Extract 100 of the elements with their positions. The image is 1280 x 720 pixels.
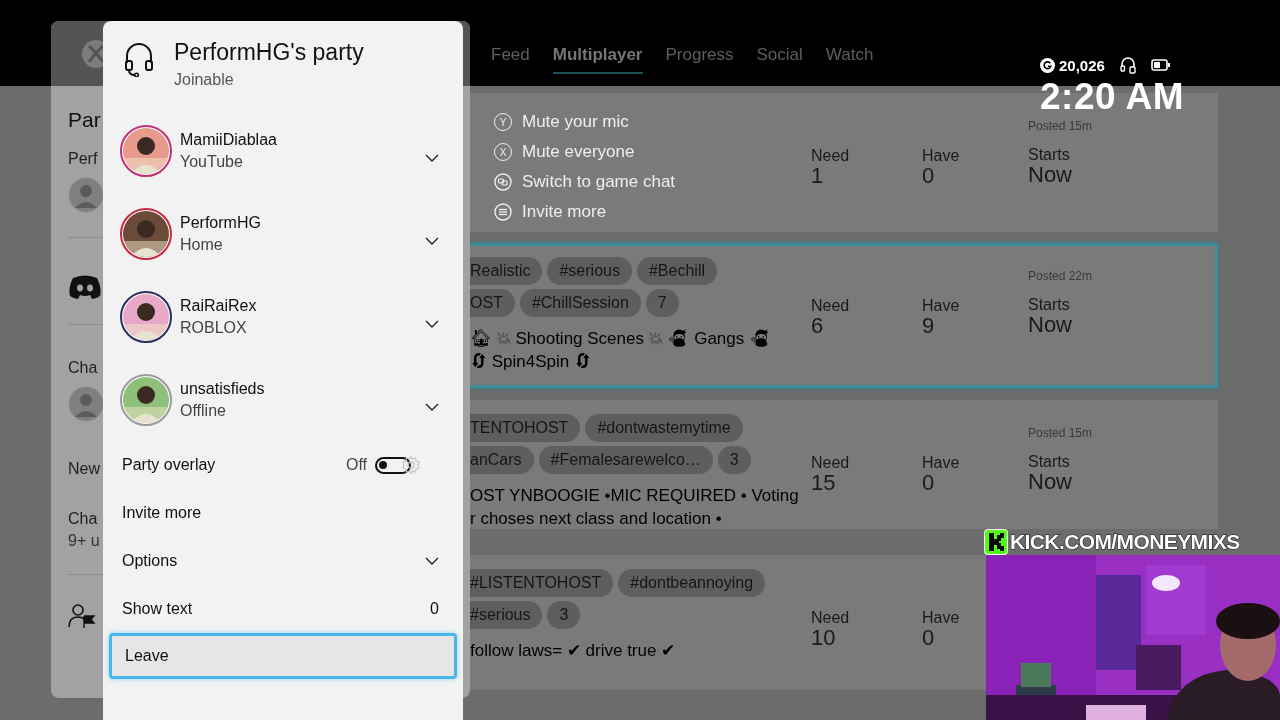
tag-chip: #serious xyxy=(547,257,632,285)
party-status: Joinable xyxy=(174,71,235,89)
battery-icon xyxy=(1150,59,1171,71)
headset-icon xyxy=(124,43,154,77)
member-name: MamiiDiablaa xyxy=(180,130,278,149)
tag-chip: Realistic xyxy=(470,257,543,285)
stat-label: Need xyxy=(811,147,851,165)
menu-item[interactable]: Leave xyxy=(109,633,457,679)
hint-label: Mute everyone xyxy=(522,142,635,162)
stat-label: Need xyxy=(811,297,851,315)
tag-chip: #Bechill xyxy=(636,257,717,285)
stat-label: Have xyxy=(922,147,961,165)
menu-item-label: Options xyxy=(122,552,179,570)
stat-value: 0 xyxy=(922,165,936,187)
stat-value: 15 xyxy=(811,472,837,494)
member-name: PerformHG xyxy=(180,213,262,232)
member-name: RaiRaiRex xyxy=(180,296,258,315)
toggle-switch[interactable] xyxy=(375,456,411,474)
item-count: 0 xyxy=(430,600,439,618)
stat-value: 0 xyxy=(922,472,936,494)
view-button-icon xyxy=(494,173,512,191)
stat-label: Have xyxy=(922,454,961,472)
member-status: Offline xyxy=(180,401,227,420)
settings-icon xyxy=(401,455,421,475)
member-status: Home xyxy=(180,235,224,254)
member-status: YouTube xyxy=(180,152,244,171)
post-card[interactable]: #LISTENTOHOST #dontbeannoying #serious 3 follow laws= ✔ drive true ✔ Need 10 Have 0 xyxy=(470,555,986,690)
stat-value: 6 xyxy=(811,315,825,337)
member-row[interactable]: MamiiDiablaa YouTube xyxy=(103,109,463,192)
menu-item[interactable]: Options xyxy=(103,537,463,585)
hint-label: Mute your mic xyxy=(522,112,629,132)
menu-item-label: Party overlay xyxy=(122,456,217,474)
avatar-icon xyxy=(68,386,104,422)
tag-chip: 3 xyxy=(547,601,581,629)
member-status: ROBLOX xyxy=(180,318,248,337)
member-row[interactable]: unsatisfieds Offline xyxy=(103,358,463,441)
stat-value: 0 xyxy=(922,627,936,649)
stat-label: Have xyxy=(922,609,961,627)
tag-chip: anCars xyxy=(470,446,534,474)
menu-item-label: Invite more xyxy=(122,504,203,522)
tag-chip: #dontwastemytime xyxy=(585,414,743,442)
posted-time: Posted 15m xyxy=(1028,119,1094,133)
stat-label: Starts xyxy=(1028,296,1071,314)
tag-chip: 3 xyxy=(717,446,751,474)
section-subtext: 9+ u xyxy=(68,532,100,550)
gamerscore: 20,026 xyxy=(1059,56,1105,74)
person-flag-icon xyxy=(68,603,96,629)
section-label: Cha xyxy=(68,359,98,377)
tag-chip: #Femalesarewelco… xyxy=(538,446,713,474)
k-logo-icon xyxy=(984,529,1008,555)
tag-chip: 7 xyxy=(645,289,679,317)
section-label: New xyxy=(68,460,100,478)
stat-label: Have xyxy=(922,297,961,315)
hint-label: Switch to game chat xyxy=(522,172,676,192)
party-title: PerformHG's party xyxy=(174,39,364,66)
tag-chip: OST xyxy=(470,289,515,317)
controller-face-icon xyxy=(68,274,102,300)
member-row[interactable]: PerformHG Home xyxy=(103,192,463,275)
menu-item[interactable]: Party overlay Off xyxy=(103,441,463,489)
headset-icon xyxy=(1118,56,1137,74)
tag-chip: #ChillSession xyxy=(519,289,641,317)
gamerscore-icon xyxy=(1040,57,1055,73)
post-description: follow laws= ✔ drive true ✔ xyxy=(470,640,677,662)
posted-time: Posted 22m xyxy=(1028,269,1094,283)
tag-chip: #dontbeannoying xyxy=(618,569,766,597)
stat-label: Need xyxy=(811,609,851,627)
section-label: Cha xyxy=(68,510,98,528)
stat-value: Now xyxy=(1028,314,1073,336)
stat-label: Need xyxy=(811,454,851,472)
nav-tab[interactable]: Multiplayer xyxy=(552,45,643,74)
toggle-state: Off xyxy=(345,456,367,474)
stat-label: Starts xyxy=(1028,453,1071,471)
tag-chip: #LISTENTOHOST xyxy=(470,569,614,597)
hint-label: Invite more xyxy=(522,202,607,222)
post-card[interactable]: Realistic #serious #Bechill OST #ChillSession 7 🏠 💥 Shooting Scenes 💥 🥷 Gangs 🥷 🔄 Spin4Spin 🔄 Need 6 Have 9 Posted 22m Starts Now xyxy=(470,243,1218,388)
stat-value: 1 xyxy=(811,165,825,187)
menu-item-label: Show text xyxy=(122,600,194,618)
posted-time: Posted 15m xyxy=(1028,426,1094,440)
post-description: 🔄 Spin4Spin 🔄 xyxy=(470,351,592,373)
stat-value: 10 xyxy=(811,627,837,649)
panel-heading: Par xyxy=(68,108,101,132)
post-description: OST YNBOOGIE •MIC REQUIRED • Voting xyxy=(470,485,800,507)
stat-value: 9 xyxy=(922,315,936,337)
menu-item-label: Leave xyxy=(125,647,170,665)
menu-button-icon xyxy=(494,203,512,221)
post-description: 🏠 💥 Shooting Scenes 💥 🥷 Gangs 🥷 xyxy=(470,328,772,350)
stat-value: Now xyxy=(1028,164,1073,186)
section-label: Perf xyxy=(68,150,98,168)
menu-item[interactable]: Invite more xyxy=(103,489,463,537)
member-row[interactable]: RaiRaiRex ROBLOX xyxy=(103,275,463,358)
menu-item[interactable]: Show text 0 xyxy=(103,585,463,633)
stat-value: Now xyxy=(1028,471,1073,493)
tag-chip: #serious xyxy=(470,601,543,629)
stream-url: KICK.COM/MONEYMIXS xyxy=(1010,530,1240,554)
post-card[interactable]: TENTOHOST #dontwastemytime anCars #Femalesarewelco… 3 OST YNBOOGIE •MIC REQUIRED • Voting r choses next class and location • Need 15 Have 0 Posted 15m Starts Now xyxy=(470,400,1218,529)
member-name: unsatisfieds xyxy=(180,379,266,398)
avatar-icon xyxy=(68,177,104,213)
post-description: r choses next class and location • xyxy=(470,508,723,530)
tag-chip: TENTOHOST xyxy=(470,414,581,442)
stat-label: Starts xyxy=(1028,146,1071,164)
